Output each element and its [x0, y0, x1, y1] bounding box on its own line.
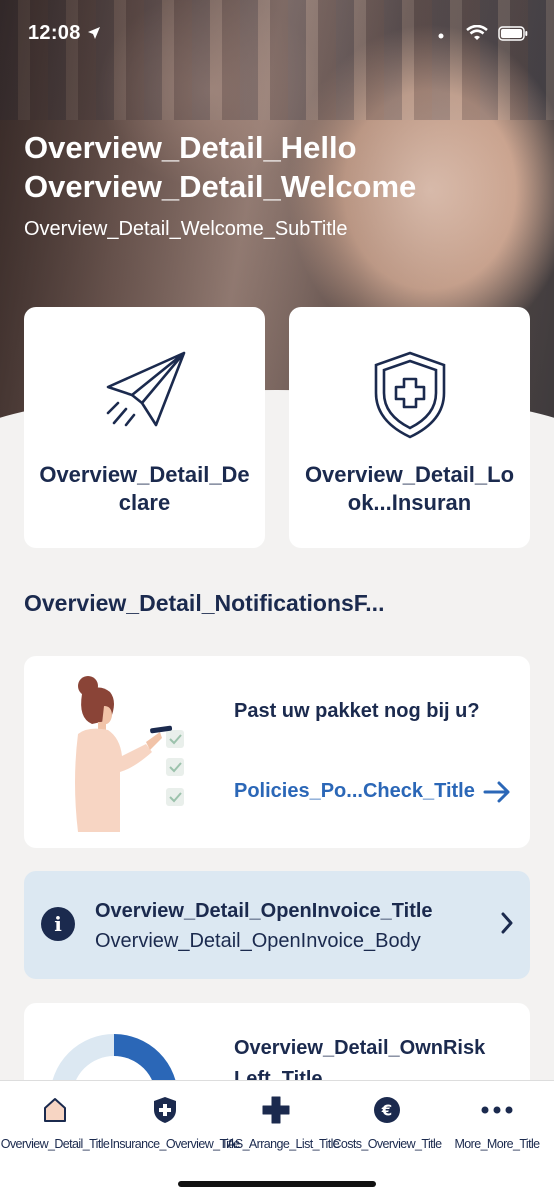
declare-tile-label: Overview_Detail_Declare	[39, 462, 250, 515]
package-check-link-label: Policies_Po...Check_Title	[234, 780, 475, 802]
open-invoice-card[interactable]: i Overview_Detail_OpenInvoice_Title Over…	[24, 871, 530, 979]
declare-tile[interactable]: Overview_Detail_Declare	[24, 307, 265, 548]
woman-checklist-illustration	[75, 676, 184, 832]
status-bar: 12:08	[28, 18, 528, 48]
tab-insurance[interactable]: Insurance_Overview_Title	[110, 1093, 240, 1151]
svg-text:€: €	[381, 1102, 392, 1120]
tab-more-label: More_More_Title	[454, 1137, 540, 1151]
chevron-right-icon	[501, 912, 513, 934]
shield-plus-icon	[154, 1097, 176, 1123]
look-insurance-tile[interactable]: Overview_Detail_Look...Insuran	[289, 307, 530, 548]
battery-icon	[498, 25, 528, 41]
tab-overview-label: Overview_Detail_Title	[0, 1137, 110, 1151]
hello-text: Overview_Detail_Hello	[24, 130, 357, 165]
notifications-section-title: Overview_Detail_NotificationsF...	[24, 590, 385, 616]
tab-insurance-label: Insurance_Overview_Title	[110, 1137, 240, 1151]
package-check-question: Past uw pakket nog bij u?	[234, 700, 480, 722]
package-check-card[interactable]: Past uw pakket nog bij u? Policies_Po...…	[24, 656, 530, 848]
home-icon	[44, 1098, 66, 1122]
package-check-link[interactable]: Policies_Po...Check_Title	[234, 780, 511, 803]
open-invoice-body: Overview_Detail_OpenInvoice_Body	[95, 930, 421, 952]
welcome-text: Overview_Detail_Welcome	[24, 169, 417, 204]
euro-icon: €	[374, 1097, 400, 1123]
shield-plus-icon	[374, 351, 445, 439]
info-icon: i	[41, 907, 75, 941]
paper-plane-icon	[106, 351, 185, 427]
look-insurance-tile-label: Overview_Detail_Look...Insuran	[304, 462, 515, 515]
more-icon	[481, 1106, 513, 1114]
tab-overview[interactable]: Overview_Detail_Title	[0, 1093, 110, 1151]
arrow-right-icon	[483, 781, 510, 802]
tab-arrange-label: TAS_Arrange_List_Title	[221, 1137, 340, 1151]
tab-more[interactable]: More_More_Title	[442, 1093, 552, 1151]
tab-arrange[interactable]: TAS_Arrange_List_Title	[221, 1093, 340, 1151]
open-invoice-title: Overview_Detail_OpenInvoice_Title	[95, 900, 433, 922]
signal-icon	[438, 33, 444, 39]
tab-costs[interactable]: € Costs_Overview_Title	[332, 1093, 442, 1151]
greeting: Overview_Detail_Hello Overview_Detail_We…	[24, 128, 416, 206]
home-indicator[interactable]	[178, 1181, 376, 1187]
location-arrow-icon	[87, 27, 100, 39]
wifi-icon	[466, 25, 488, 40]
tab-costs-label: Costs_Overview_Title	[332, 1137, 442, 1151]
status-time: 12:08	[28, 21, 81, 44]
welcome-subtitle: Overview_Detail_Welcome_SubTitle	[24, 218, 348, 240]
plus-icon	[262, 1096, 290, 1124]
